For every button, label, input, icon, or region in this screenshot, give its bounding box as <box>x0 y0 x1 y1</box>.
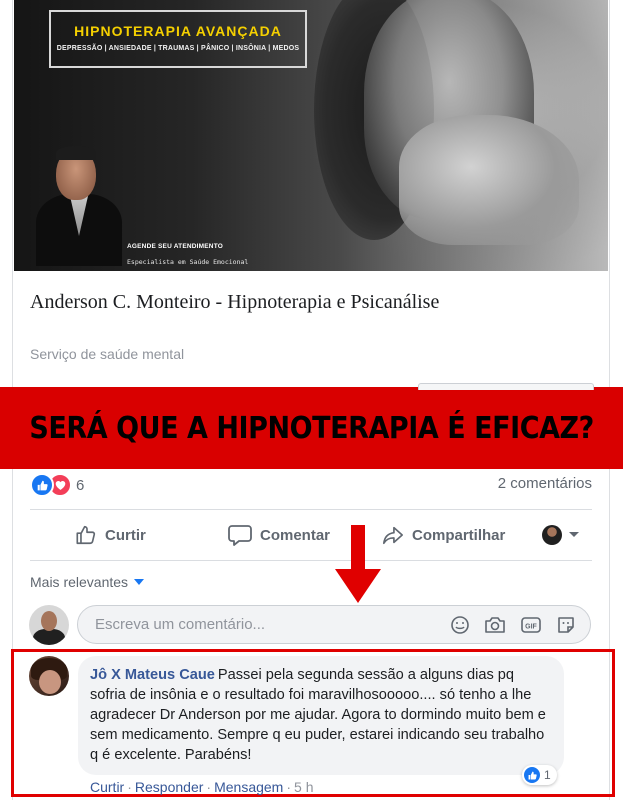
like-outline-icon <box>76 525 96 545</box>
current-user-avatar[interactable] <box>29 605 69 645</box>
comment-composer[interactable]: GIF <box>77 605 591 644</box>
comment-input[interactable] <box>93 615 427 634</box>
cover-image[interactable]: HIPNOTERAPIA AVANÇADA DEPRESSÃO | ANSIED… <box>14 0 608 271</box>
comment-button-label: Comentar <box>260 526 331 544</box>
camera-icon[interactable] <box>484 615 506 635</box>
cover-woman-hands <box>399 115 579 245</box>
sticker-icon[interactable] <box>556 615 576 635</box>
divider <box>30 560 592 561</box>
dropdown-arrow-icon <box>569 532 579 537</box>
separator-dot: · <box>286 779 292 795</box>
like-button[interactable]: Curtir <box>75 524 146 546</box>
cover-subtitle: DEPRESSÃO | ANSIEDADE | TRAUMAS | PÂNICO… <box>56 45 300 52</box>
comment-bubble: Jô X Mateus Caue Passei pela segunda sess… <box>78 656 564 775</box>
like-icon <box>524 767 540 783</box>
share-button[interactable]: Compartilhar <box>382 524 505 546</box>
page-name[interactable]: Anderson C. Monteiro - Hipnoterapia e Ps… <box>30 288 450 316</box>
comment-timestamp[interactable]: 5 h <box>294 779 313 795</box>
red-arrow-annotation <box>335 525 381 603</box>
comment-reaction-badge[interactable]: 1 <box>522 765 557 785</box>
cover-tagline: Especialista em Saúde Emocional <box>127 258 249 266</box>
commenter-avatar[interactable] <box>29 656 69 696</box>
comment-reply-link[interactable]: Responder <box>135 779 204 795</box>
gif-icon[interactable]: GIF <box>520 615 542 635</box>
comment-like-link[interactable]: Curtir <box>90 779 124 795</box>
comment-sort-label: Mais relevantes <box>30 574 129 590</box>
reaction-summary[interactable]: 6 <box>30 473 84 497</box>
comment-message-link[interactable]: Mensagem <box>214 779 283 795</box>
viewer-avatar <box>542 525 562 545</box>
emoji-icon[interactable] <box>450 615 470 635</box>
comment-button[interactable]: Comentar <box>228 524 330 546</box>
post-action-bar: Curtir Comentar Compartilhar <box>30 510 592 560</box>
comment-author[interactable]: Jô X Mateus Caue <box>90 667 215 683</box>
separator-dot: · <box>127 779 132 795</box>
composer-tools: GIF <box>450 615 576 635</box>
like-icon <box>30 473 54 497</box>
comment-sort-dropdown[interactable]: Mais relevantes <box>30 574 145 590</box>
svg-text:GIF: GIF <box>525 623 537 630</box>
share-icon <box>383 526 403 545</box>
like-button-label: Curtir <box>105 526 146 544</box>
reaction-count: 6 <box>76 476 85 494</box>
comment-meta-actions: Curtir · Responder · Mensagem · 5 h <box>90 779 313 795</box>
cover-portrait <box>36 146 122 266</box>
comment-icon <box>228 525 252 546</box>
chevron-down-icon <box>134 579 145 585</box>
view-as-selector[interactable] <box>542 525 588 545</box>
headline-banner: SERÁ QUE A HIPNOTERAPIA É EFICAZ? <box>0 383 623 469</box>
cover-title: HIPNOTERAPIA AVANÇADA <box>74 23 282 39</box>
comment-reaction-count: 1 <box>544 768 551 782</box>
separator-dot: · <box>206 779 212 795</box>
share-button-label: Compartilhar <box>412 526 506 544</box>
hidden-button-edge <box>418 383 594 390</box>
cover-cta: AGENDE SEU ATENDIMENTO <box>127 243 224 250</box>
comments-count-link[interactable]: 2 comentários <box>498 475 592 492</box>
page-category: Serviço de saúde mental <box>30 346 185 362</box>
headline-text: SERÁ QUE A HIPNOTERAPIA É EFICAZ? <box>29 410 594 446</box>
cover-title-box: HIPNOTERAPIA AVANÇADA DEPRESSÃO | ANSIED… <box>49 10 307 68</box>
